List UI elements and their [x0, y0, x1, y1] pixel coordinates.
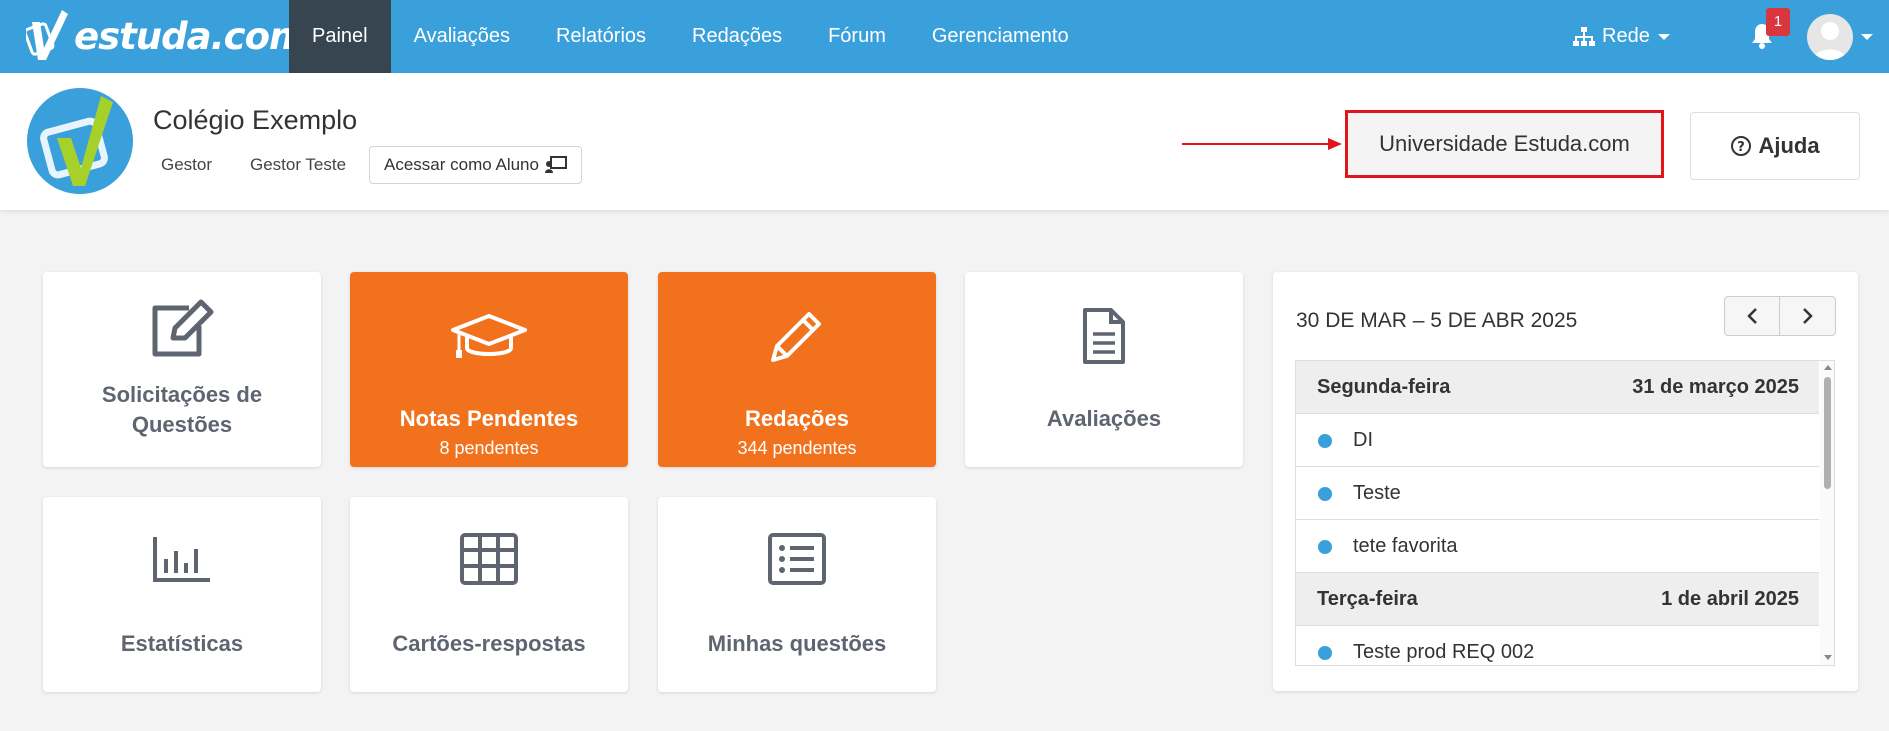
card-title: Avaliações — [1046, 406, 1162, 431]
calendar-prev-button[interactable] — [1725, 297, 1781, 335]
event-dot — [1318, 540, 1332, 554]
notification-badge: 1 — [1766, 8, 1790, 36]
list-icon — [768, 533, 826, 585]
scroll-thumb[interactable] — [1824, 377, 1831, 489]
svg-text:?: ? — [1738, 140, 1746, 155]
teacher-board-icon — [544, 156, 567, 173]
nav-redacoes[interactable]: Redações — [669, 0, 805, 73]
card-solicitacoes-questoes[interactable]: Solicitações de Questões — [43, 272, 321, 467]
scroll-up-arrow-icon[interactable] — [1824, 365, 1832, 370]
rede-dropdown[interactable]: Rede — [1572, 0, 1670, 73]
help-button[interactable]: ? Ajuda — [1690, 112, 1860, 180]
user-icon — [1813, 22, 1847, 60]
calendar-day-header: Segunda-feira 31 de março 2025 — [1296, 361, 1819, 414]
card-subtitle: 344 pendentes — [737, 438, 857, 458]
network-icon — [1573, 26, 1595, 46]
bar-chart-icon — [153, 537, 210, 582]
calendar-event[interactable]: Teste — [1296, 467, 1819, 520]
calendar-event[interactable]: DI — [1296, 414, 1819, 467]
weekday: Segunda-feira — [1317, 376, 1451, 398]
calendar-widget: 30 DE MAR – 5 DE ABR 2025 Segunda-feira … — [1273, 272, 1858, 691]
school-name: Colégio Exemplo — [153, 105, 358, 135]
card-redacoes[interactable]: Redações 344 pendentes — [658, 272, 936, 467]
calendar-range-title: 30 DE MAR – 5 DE ABR 2025 — [1296, 309, 1578, 332]
nav-gerenciamento[interactable]: Gerenciamento — [909, 0, 1092, 73]
calendar-next-button[interactable] — [1780, 297, 1835, 335]
access-as-student-label: Acessar como Aluno — [384, 155, 539, 174]
weekday: Terça-feira — [1317, 588, 1418, 610]
card-title: Redações — [745, 406, 849, 431]
event-dot — [1318, 434, 1332, 448]
school-logo — [27, 88, 133, 194]
event-title: tete favorita — [1353, 535, 1458, 557]
card-title: Notas Pendentes — [399, 406, 579, 431]
avatar[interactable] — [1807, 14, 1853, 60]
edit-icon — [152, 299, 214, 357]
card-avaliacoes[interactable]: Avaliações — [965, 272, 1243, 467]
card-estatisticas[interactable]: Estatísticas — [43, 497, 321, 692]
calendar-event[interactable]: tete favorita — [1296, 520, 1819, 573]
main-menu: Painel Avaliações Relatórios Redações Fó… — [289, 0, 1092, 73]
nav-forum[interactable]: Fórum — [805, 0, 909, 73]
nav-avaliacoes[interactable]: Avaliações — [391, 0, 533, 73]
highlight-arrow-icon — [1182, 138, 1342, 150]
card-title-line2: Questões — [131, 412, 233, 437]
card-title: Cartões-respostas — [392, 631, 586, 656]
event-title: Teste prod REQ 002 — [1353, 641, 1535, 663]
event-title: DI — [1353, 429, 1373, 451]
help-label: Ajuda — [1758, 133, 1820, 158]
grid-icon — [460, 533, 518, 585]
event-title: Teste — [1353, 482, 1401, 504]
user-name: Gestor Teste — [250, 155, 347, 174]
pencil-icon — [771, 312, 821, 362]
card-subtitle: 8 pendentes — [439, 438, 539, 458]
event-dot — [1318, 487, 1332, 501]
document-icon — [1083, 308, 1125, 364]
card-title: Estatísticas — [120, 631, 244, 656]
chevron-left-icon — [1747, 308, 1757, 324]
event-dot — [1318, 646, 1332, 660]
access-as-student-button[interactable]: Acessar como Aluno — [369, 146, 582, 184]
chevron-right-icon — [1802, 308, 1813, 324]
avatar-chevron-down-icon[interactable] — [1861, 34, 1873, 40]
calendar-event[interactable]: Teste prod REQ 002 — [1296, 626, 1819, 665]
universidade-estuda-button[interactable]: Universidade Estuda.com — [1345, 110, 1664, 178]
card-notas-pendentes[interactable]: Notas Pendentes 8 pendentes — [350, 272, 628, 467]
check-logo-icon — [26, 10, 68, 60]
logo-text: estuda.com — [74, 14, 308, 58]
role-label: Gestor — [161, 155, 213, 174]
rede-label: Rede — [1602, 25, 1650, 47]
calendar-nav — [1724, 296, 1836, 336]
nav-painel[interactable]: Painel — [289, 0, 391, 73]
day-date: 1 de abril 2025 — [1661, 588, 1799, 610]
calendar-scrollbar[interactable] — [1820, 361, 1834, 665]
graduation-cap-icon — [451, 314, 527, 358]
scroll-down-arrow-icon[interactable] — [1824, 655, 1832, 660]
nav-relatorios[interactable]: Relatórios — [533, 0, 669, 73]
top-navbar: estuda.com Painel Avaliações Relatórios … — [0, 0, 1889, 73]
chevron-down-icon — [1657, 33, 1670, 40]
card-cartoes-respostas[interactable]: Cartões-respostas — [350, 497, 628, 692]
card-title: Minhas questões — [707, 631, 887, 656]
calendar-event-list[interactable]: Segunda-feira 31 de março 2025 DI Teste … — [1295, 360, 1835, 666]
question-circle-icon: ? — [1731, 136, 1752, 156]
estuda-logo[interactable]: estuda.com — [26, 6, 308, 66]
card-title-line1: Solicitações de — [101, 382, 263, 407]
card-minhas-questoes[interactable]: Minhas questões — [658, 497, 936, 692]
calendar-day-header: Terça-feira 1 de abril 2025 — [1296, 573, 1819, 626]
day-date: 31 de março 2025 — [1632, 376, 1799, 398]
